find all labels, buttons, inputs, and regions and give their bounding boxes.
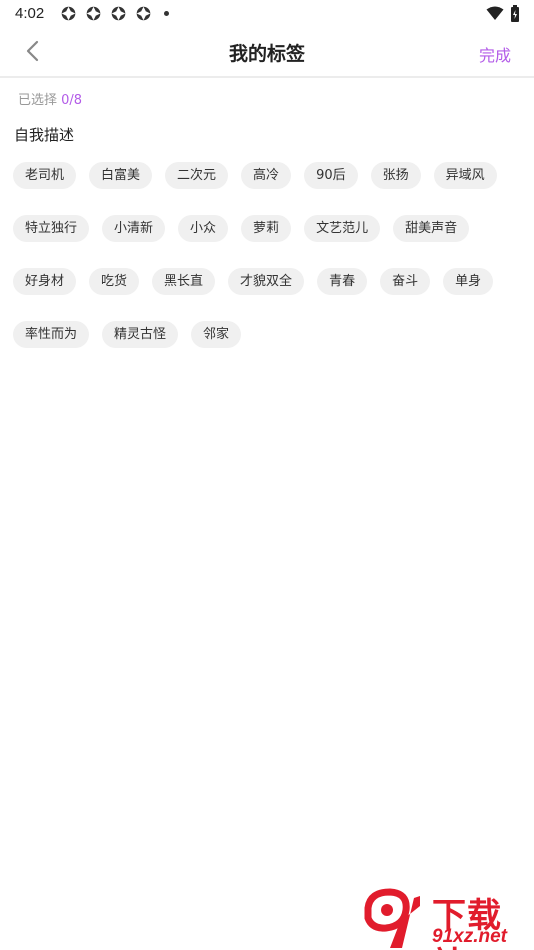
tag-chip[interactable]: 老司机 bbox=[13, 162, 77, 189]
tag-chip[interactable]: 精灵古怪 bbox=[102, 321, 179, 348]
tag-row: 特立独行 小清新 小众 萝莉 文艺范儿 甜美声音 bbox=[13, 215, 523, 242]
tag-row: 率性而为 精灵古怪 邻家 bbox=[13, 321, 523, 348]
header: 我的标签 完成 bbox=[0, 28, 534, 76]
notification-app-icon bbox=[111, 6, 126, 21]
tag-chip[interactable]: 吃货 bbox=[89, 268, 140, 295]
tag-chip[interactable]: 奋斗 bbox=[380, 268, 431, 295]
tag-chip[interactable]: 才貌双全 bbox=[228, 268, 305, 295]
tag-chip[interactable]: 二次元 bbox=[165, 162, 229, 189]
watermark: 下载站 91xz.net bbox=[360, 884, 534, 950]
tag-row: 老司机 白富美 二次元 高冷 90后 张扬 异域风 bbox=[13, 162, 523, 189]
notification-app-icon bbox=[61, 6, 76, 21]
notification-app-icon bbox=[86, 6, 101, 21]
selection-status: 已选择 0/8 bbox=[18, 89, 82, 108]
system-icons bbox=[486, 5, 520, 22]
tag-chip[interactable]: 文艺范儿 bbox=[304, 215, 381, 242]
status-bar: 4:02 bbox=[0, 0, 534, 28]
tag-chip[interactable]: 邻家 bbox=[191, 321, 242, 348]
battery-charging-icon bbox=[511, 5, 519, 22]
tag-chip[interactable]: 白富美 bbox=[89, 162, 153, 189]
tag-list: 老司机 白富美 二次元 高冷 90后 张扬 异域风 特立独行 小清新 小众 萝莉 文艺范儿 甜美声音 好身… bbox=[13, 162, 523, 374]
tag-chip[interactable]: 率性而为 bbox=[13, 321, 90, 348]
tag-chip[interactable]: 小众 bbox=[178, 215, 229, 242]
page-title: 我的标签 bbox=[228, 43, 305, 65]
selection-count: 0/8 bbox=[61, 93, 83, 108]
done-button[interactable]: 完成 bbox=[479, 42, 511, 66]
notification-app-icon bbox=[136, 6, 151, 21]
more-notifications-dot-icon bbox=[164, 11, 169, 16]
tag-chip[interactable]: 萝莉 bbox=[241, 215, 292, 242]
tag-chip[interactable]: 90后 bbox=[304, 162, 358, 189]
tag-chip[interactable]: 高冷 bbox=[241, 162, 292, 189]
tag-chip[interactable]: 甜美声音 bbox=[393, 215, 470, 242]
tag-chip[interactable]: 单身 bbox=[443, 268, 494, 295]
tag-chip[interactable]: 青春 bbox=[317, 268, 368, 295]
watermark-logo-icon bbox=[364, 888, 420, 948]
notification-icons bbox=[60, 5, 169, 22]
section-title: 自我描述 bbox=[14, 126, 75, 144]
tag-chip[interactable]: 张扬 bbox=[370, 162, 421, 189]
wifi-icon bbox=[486, 6, 504, 20]
watermark-url: 91xz.net bbox=[432, 926, 507, 947]
tag-chip[interactable]: 黑长直 bbox=[152, 268, 216, 295]
tag-chip[interactable]: 好身材 bbox=[13, 268, 77, 295]
selection-label: 已选择 bbox=[18, 93, 58, 108]
status-time: 4:02 bbox=[15, 5, 45, 22]
tag-chip[interactable]: 小清新 bbox=[102, 215, 166, 242]
tag-chip[interactable]: 特立独行 bbox=[13, 215, 90, 242]
header-divider bbox=[0, 76, 534, 78]
tag-row: 好身材 吃货 黑长直 才貌双全 青春 奋斗 单身 bbox=[13, 268, 523, 295]
tag-chip[interactable]: 异域风 bbox=[433, 162, 497, 189]
